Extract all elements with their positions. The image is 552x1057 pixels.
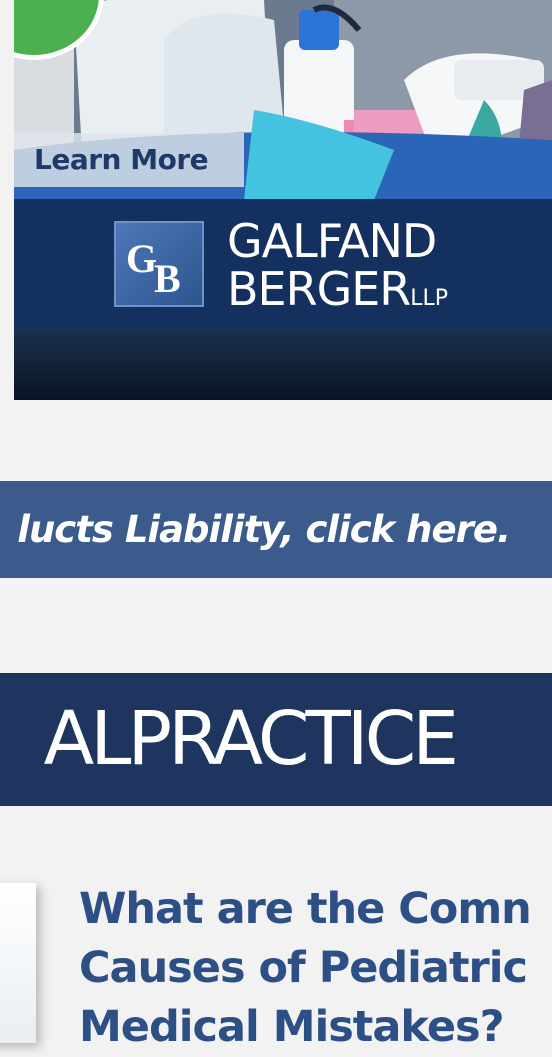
galfand-berger-logo: G B — [114, 221, 204, 307]
brand-line-2-text: BERGER — [227, 262, 411, 316]
ad-bottom-strip — [14, 327, 552, 400]
brand-line-1: GALFAND — [227, 214, 437, 268]
products-liability-link[interactable]: lucts Liability, click here. — [17, 481, 511, 578]
article-title-line-3[interactable]: Medical Mistakes? — [79, 998, 552, 1057]
article-title[interactable]: What are the Comn Causes of Pediatric Me… — [79, 880, 552, 1057]
section-heading: ALPRACTICE — [0, 673, 552, 806]
logo-letter-g: G — [126, 236, 158, 281]
article-thumbnail[interactable] — [0, 883, 36, 1043]
logo-letter-b: B — [154, 256, 181, 301]
brand-band: G B GALFAND BERGERLLP — [14, 199, 552, 327]
article-title-line-2[interactable]: Causes of Pediatric — [79, 939, 552, 998]
products-liability-bar[interactable]: lucts Liability, click here. — [0, 481, 552, 578]
article-title-line-1[interactable]: What are the Comn — [79, 880, 552, 939]
ad-banner[interactable]: Learn More G B GALFAND BERGERLLP — [14, 0, 552, 400]
learn-more-button[interactable]: Learn More — [14, 133, 244, 187]
brand-line-2: BERGERLLP — [227, 265, 448, 323]
section-heading-text: ALPRACTICE — [43, 696, 459, 782]
brand-suffix: LLP — [410, 286, 449, 311]
brand-name: GALFAND BERGERLLP — [227, 217, 448, 323]
